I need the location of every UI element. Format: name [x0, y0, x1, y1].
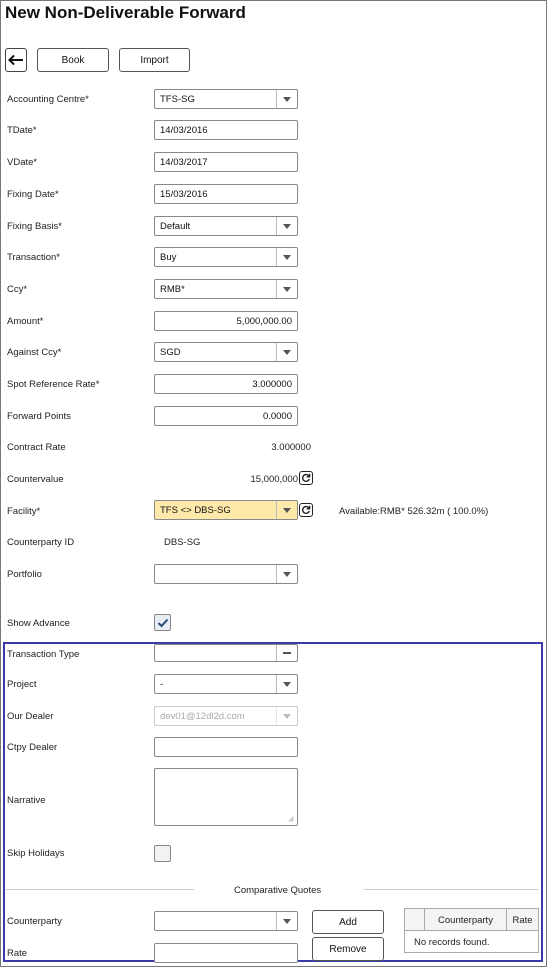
quotes-table-header: Counterparty Rate	[405, 909, 538, 931]
chevron-down-icon[interactable]	[276, 248, 297, 266]
transaction-type-select[interactable]	[154, 644, 298, 662]
transaction-value: Buy	[160, 252, 177, 263]
page-title: New Non-Deliverable Forward	[5, 3, 246, 22]
contract-rate-value: 3.000000	[271, 442, 311, 453]
chevron-down-icon	[276, 707, 297, 725]
chevron-down-icon[interactable]	[276, 501, 297, 519]
back-button[interactable]	[5, 48, 27, 72]
accounting-centre-select[interactable]: TFS-SG	[154, 89, 298, 109]
amount-label: Amount*	[7, 316, 44, 327]
chevron-down-icon[interactable]	[276, 217, 297, 235]
tdate-label: TDate*	[7, 125, 37, 136]
countervalue-label: Countervalue	[7, 474, 64, 485]
chevron-down-icon[interactable]	[276, 565, 297, 583]
fixing-basis-select[interactable]: Default	[154, 216, 298, 236]
quotes-table-empty-message: No records found.	[414, 937, 490, 948]
refresh-icon	[301, 473, 311, 483]
quote-rate-field[interactable]	[154, 943, 298, 963]
ctpy-dealer-label: Ctpy Dealer	[7, 742, 58, 753]
portfolio-label: Portfolio	[7, 569, 42, 580]
comparative-quotes-title: Comparative Quotes	[234, 885, 322, 896]
spot-reference-rate-label: Spot Reference Rate*	[7, 379, 100, 390]
quotes-table-header-rate[interactable]: Rate	[507, 909, 538, 931]
ccy-label: Ccy*	[7, 284, 28, 295]
refresh-icon	[301, 505, 311, 515]
divider	[364, 889, 538, 890]
book-button[interactable]: Book	[37, 48, 109, 72]
facility-select[interactable]: TFS <> DBS-SG	[154, 500, 298, 520]
rate-label: Rate	[7, 948, 28, 959]
transaction-type-label: Transaction Type	[7, 649, 80, 660]
transaction-select[interactable]: Buy	[154, 247, 298, 267]
narrative-label: Narrative	[7, 795, 46, 806]
project-label: Project	[7, 679, 37, 690]
amount-field[interactable]: 5,000,000.00	[154, 311, 298, 331]
show-advance-checkbox[interactable]	[154, 614, 171, 631]
transaction-label: Transaction*	[7, 252, 60, 263]
remove-quote-button[interactable]: Remove	[312, 937, 384, 961]
collapse-icon[interactable]	[276, 645, 297, 661]
chevron-down-icon[interactable]	[276, 343, 297, 361]
arrow-left-icon	[8, 54, 23, 66]
quotes-table-header-select	[405, 909, 425, 931]
accounting-centre-value: TFS-SG	[160, 94, 195, 105]
fixing-date-field[interactable]: 15/03/2016	[154, 184, 298, 204]
counterparty-id-value: DBS-SG	[164, 537, 201, 548]
add-quote-button[interactable]: Add	[312, 910, 384, 934]
tdate-field[interactable]: 14/03/2016	[154, 120, 298, 140]
chevron-down-icon[interactable]	[276, 280, 297, 298]
fixing-date-label: Fixing Date*	[7, 189, 59, 200]
chevron-down-icon[interactable]	[276, 912, 297, 930]
skip-holidays-label: Skip Holidays	[7, 848, 65, 859]
forward-points-field[interactable]: 0.0000	[154, 406, 298, 426]
facility-label: Facility*	[7, 506, 41, 517]
quotes-table: Counterparty Rate No records found.	[404, 908, 539, 953]
counterparty-label: Counterparty	[7, 916, 62, 927]
facility-available-text: Available:RMB* 526.32m ( 100.0%)	[339, 506, 489, 517]
our-dealer-select: dev01@12dl2d.com	[154, 706, 298, 726]
ccy-value: RMB*	[160, 284, 185, 295]
portfolio-select[interactable]	[154, 564, 298, 584]
show-advance-label: Show Advance	[7, 618, 70, 629]
facility-value: TFS <> DBS-SG	[160, 505, 231, 516]
ccy-select[interactable]: RMB*	[154, 279, 298, 299]
against-ccy-label: Against Ccy*	[7, 347, 62, 358]
chevron-down-icon[interactable]	[276, 90, 297, 108]
checkmark-icon	[157, 618, 168, 627]
fixing-basis-label: Fixing Basis*	[7, 221, 62, 232]
forward-points-label: Forward Points	[7, 411, 71, 422]
quotes-table-header-counterparty[interactable]: Counterparty	[425, 909, 507, 931]
divider	[6, 889, 194, 890]
against-ccy-value: SGD	[160, 347, 181, 358]
project-select[interactable]: -	[154, 674, 298, 694]
chevron-down-icon[interactable]	[276, 675, 297, 693]
narrative-textarea[interactable]	[154, 768, 298, 826]
spot-reference-rate-field[interactable]: 3.000000	[154, 374, 298, 394]
vdate-label: VDate*	[7, 157, 38, 168]
countervalue-refresh-button[interactable]	[299, 471, 313, 485]
ctpy-dealer-field[interactable]	[154, 737, 298, 757]
our-dealer-value: dev01@12dl2d.com	[160, 711, 245, 722]
skip-holidays-checkbox[interactable]	[154, 845, 171, 862]
import-button[interactable]: Import	[119, 48, 190, 72]
counterparty-id-label: Counterparty ID	[7, 537, 75, 548]
against-ccy-select[interactable]: SGD	[154, 342, 298, 362]
project-value: -	[160, 679, 164, 690]
accounting-centre-label: Accounting Centre*	[7, 94, 89, 105]
fixing-basis-value: Default	[160, 221, 191, 232]
facility-refresh-button[interactable]	[299, 503, 313, 517]
our-dealer-label: Our Dealer	[7, 711, 54, 722]
contract-rate-label: Contract Rate	[7, 442, 66, 453]
countervalue-value: 15,000,000	[250, 474, 298, 485]
quote-counterparty-select[interactable]	[154, 911, 298, 931]
vdate-field[interactable]: 14/03/2017	[154, 152, 298, 172]
resize-grip-icon[interactable]	[288, 816, 294, 822]
